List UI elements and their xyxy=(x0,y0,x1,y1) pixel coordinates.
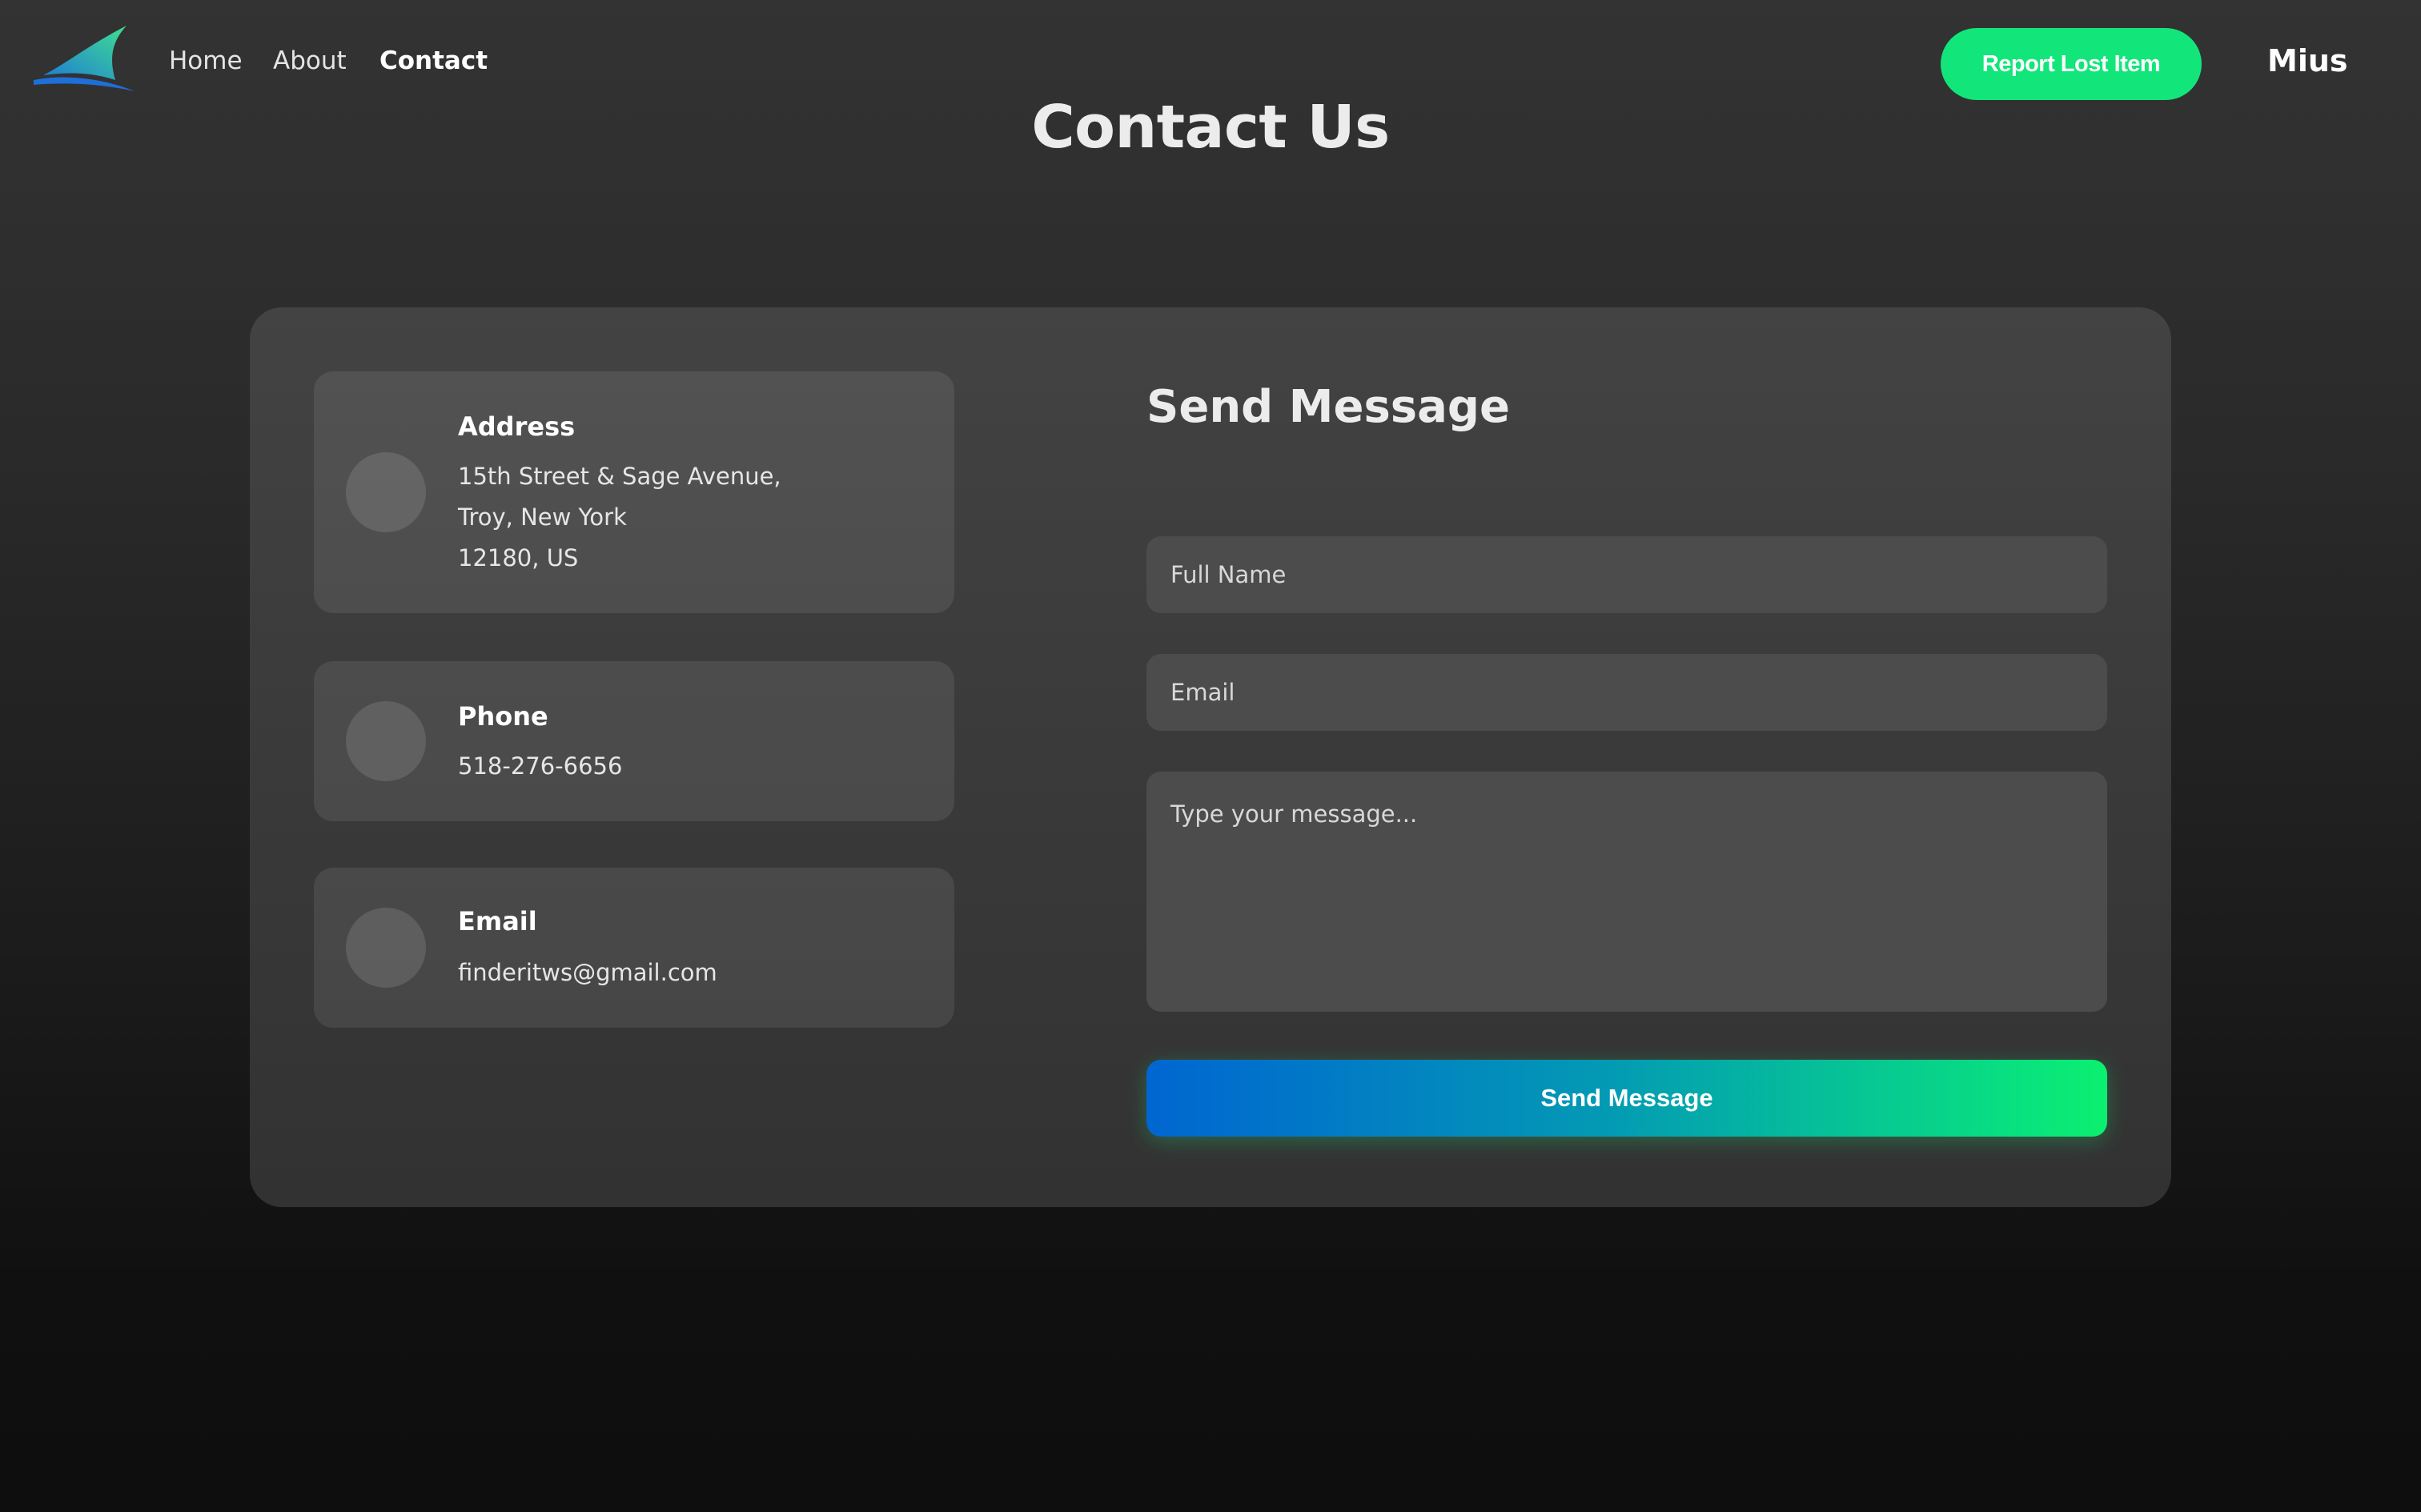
contact-card: Address 15th Street & Sage Avenue, Troy,… xyxy=(250,307,2171,1207)
address-line: Troy, New York xyxy=(458,503,627,531)
address-line: 15th Street & Sage Avenue, xyxy=(458,463,781,490)
full-name-input[interactable] xyxy=(1146,536,2107,613)
address-info-box: Address 15th Street & Sage Avenue, Troy,… xyxy=(314,371,954,613)
report-lost-item-button[interactable]: Report Lost Item xyxy=(1941,28,2202,100)
user-menu[interactable]: Mius xyxy=(2267,43,2348,78)
email-info-box: Email finderitws@gmail.com xyxy=(314,868,954,1028)
send-message-button[interactable]: Send Message xyxy=(1146,1060,2107,1137)
nav-link-home[interactable]: Home xyxy=(169,46,243,75)
phone-info-box: Phone 518-276-6656 xyxy=(314,661,954,821)
location-icon xyxy=(346,452,426,532)
address-title: Address xyxy=(458,411,576,442)
message-textarea[interactable] xyxy=(1146,772,2107,1012)
email-title: Email xyxy=(458,906,537,936)
email-input[interactable] xyxy=(1146,654,2107,731)
page-title: Contact Us xyxy=(1031,93,1390,162)
shark-fin-logo-icon[interactable] xyxy=(32,22,136,94)
nav-link-about[interactable]: About xyxy=(273,46,347,75)
email-address: finderitws@gmail.com xyxy=(458,959,717,986)
phone-title: Phone xyxy=(458,701,548,732)
phone-icon xyxy=(346,701,426,781)
nav-link-contact[interactable]: Contact xyxy=(379,46,488,75)
form-heading: Send Message xyxy=(1146,381,1510,433)
phone-number: 518-276-6656 xyxy=(458,752,623,780)
email-icon xyxy=(346,908,426,988)
address-line: 12180, US xyxy=(458,544,579,572)
